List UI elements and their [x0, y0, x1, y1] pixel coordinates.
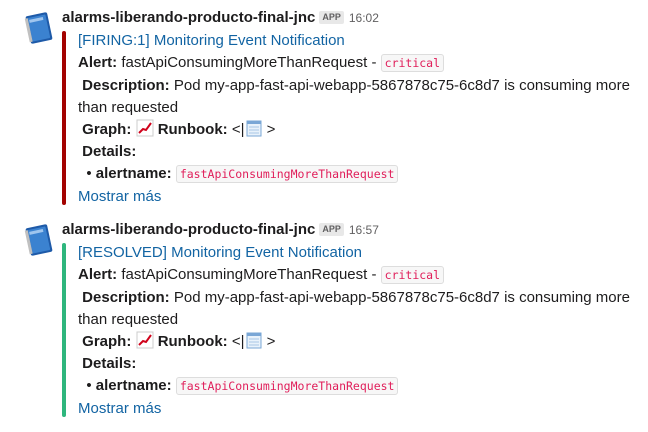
attachment-title-link[interactable]: [RESOLVED] Monitoring Event Notification — [78, 244, 362, 261]
notebook-icon[interactable] — [21, 222, 57, 258]
notepad-icon[interactable] — [245, 119, 263, 137]
app-badge: APP — [319, 11, 344, 24]
alertname-label: alertname: — [95, 377, 172, 394]
show-more-link[interactable]: Mostrar más — [78, 400, 161, 417]
description-text-cont: than requested — [78, 99, 179, 116]
attachment-bar — [62, 243, 66, 417]
description-label: Description: — [82, 289, 170, 306]
runbook-open: <| — [231, 121, 245, 138]
message-header: alarms-liberando-producto-final-jnc APP 16… — [62, 220, 379, 240]
details-label: Details: — [82, 355, 137, 372]
graph-label: Graph: — [82, 121, 132, 138]
timestamp[interactable]: 16:57 — [349, 223, 379, 237]
chart-increasing-icon[interactable] — [136, 331, 154, 349]
sender-name[interactable]: alarms-liberando-producto-final-jnc — [62, 9, 315, 26]
show-more-link[interactable]: Mostrar más — [78, 188, 161, 205]
alert-text: fastApiConsumingMoreThanRequest - — [121, 54, 381, 71]
runbook-label: Runbook: — [157, 333, 228, 350]
attachment-title-link[interactable]: [FIRING:1] Monitoring Event Notification — [78, 32, 345, 49]
description-text: Pod my-app-fast-api-webapp-5867878c75-6c… — [173, 289, 630, 306]
alert-label: Alert: — [78, 266, 118, 283]
description-text: Pod my-app-fast-api-webapp-5867878c75-6c… — [173, 77, 630, 94]
runbook-label: Runbook: — [157, 121, 228, 138]
alertname-code: fastApiConsumingMoreThanRequest — [175, 377, 399, 395]
alert-label: Alert: — [78, 54, 118, 71]
bullet: • — [86, 165, 92, 182]
severity-code: critical — [380, 266, 445, 284]
notebook-icon[interactable] — [21, 10, 57, 46]
bullet: • — [86, 377, 92, 394]
description-label: Description: — [82, 77, 170, 94]
severity-code: critical — [380, 54, 445, 72]
description-text-cont: than requested — [78, 311, 179, 328]
alertname-code: fastApiConsumingMoreThanRequest — [175, 165, 399, 183]
runbook-close: > — [266, 333, 276, 350]
timestamp[interactable]: 16:02 — [349, 11, 379, 25]
app-badge: APP — [319, 223, 344, 236]
alertname-label: alertname: — [95, 165, 172, 182]
details-label: Details: — [82, 143, 137, 160]
attachment-bar — [62, 31, 66, 205]
alert-text: fastApiConsumingMoreThanRequest - — [121, 266, 381, 283]
notepad-icon[interactable] — [245, 331, 263, 349]
chart-increasing-icon[interactable] — [136, 119, 154, 137]
runbook-close: > — [266, 121, 276, 138]
sender-name[interactable]: alarms-liberando-producto-final-jnc — [62, 221, 315, 238]
message-header: alarms-liberando-producto-final-jnc APP 16… — [62, 8, 379, 28]
graph-label: Graph: — [82, 333, 132, 350]
runbook-open: <| — [231, 333, 245, 350]
